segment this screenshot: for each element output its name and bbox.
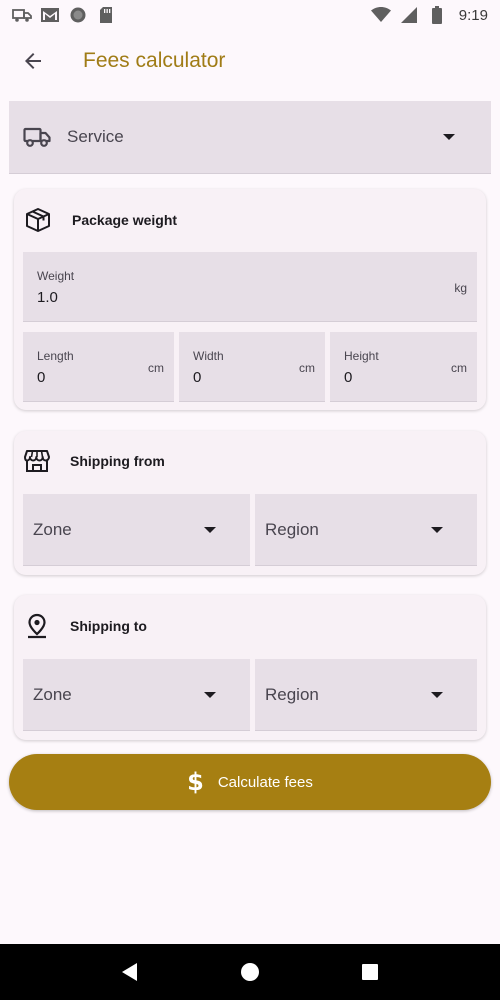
back-button[interactable] (9, 37, 57, 85)
sd-card-icon (96, 6, 116, 24)
card-title: Shipping to (70, 618, 147, 634)
height-field[interactable]: Height 0 cm (330, 332, 477, 402)
region-label: Region (265, 519, 319, 539)
width-field[interactable]: Width 0 cm (179, 332, 325, 402)
status-left-icons (12, 6, 116, 24)
width-label: Width (193, 349, 224, 363)
shipping-from-header: Shipping from (24, 449, 165, 473)
status-right-icons: 9:19 (370, 6, 488, 24)
height-label: Height (344, 349, 379, 363)
shipping-from-region-dropdown[interactable]: Region (255, 494, 477, 566)
chevron-down-icon (443, 134, 455, 140)
shipping-from-zone-dropdown[interactable]: Zone (23, 494, 250, 566)
gmail-icon (40, 6, 60, 24)
circle-home-icon (241, 963, 259, 981)
app-bar: Fees calculator (0, 30, 500, 92)
length-unit: cm (148, 361, 164, 375)
length-field[interactable]: Length 0 cm (23, 332, 174, 402)
card-title: Shipping from (70, 453, 165, 469)
weight-value: 1.0 (37, 289, 58, 306)
zone-label: Zone (33, 519, 72, 539)
square-recents-icon (362, 964, 378, 980)
chevron-down-icon (431, 691, 443, 698)
dollar-icon: $ (187, 768, 204, 796)
calculate-fees-button[interactable]: $ Calculate fees (9, 754, 491, 810)
width-value: 0 (193, 369, 202, 386)
arrow-back-icon (25, 53, 41, 69)
box-icon (26, 208, 50, 232)
length-label: Length (37, 349, 74, 363)
status-bar: 9:19 (0, 0, 500, 30)
length-value: 0 (37, 369, 46, 386)
nav-recents-button[interactable] (350, 952, 390, 992)
region-label: Region (265, 684, 319, 704)
signal-icon (399, 6, 419, 24)
store-icon (24, 450, 50, 472)
width-unit: cm (299, 361, 315, 375)
battery-icon (427, 6, 447, 24)
calculate-fees-label: Calculate fees (217, 773, 313, 791)
nav-home-button[interactable] (230, 952, 270, 992)
system-nav-bar (0, 944, 500, 1000)
chevron-down-icon (204, 526, 216, 533)
weight-label: Weight (37, 269, 75, 283)
service-label: Service (67, 127, 124, 146)
card-title: Package weight (72, 212, 178, 228)
shipping-to-card: Shipping to Zone Region (14, 595, 486, 740)
weight-field[interactable]: Weight 1.0 kg (23, 252, 477, 322)
shipping-to-region-dropdown[interactable]: Region (255, 659, 477, 731)
weight-unit: kg (454, 281, 467, 295)
zone-label: Zone (33, 684, 72, 704)
package-weight-header: Package weight (24, 207, 177, 233)
nav-back-button[interactable] (110, 952, 150, 992)
package-weight-card: Package weight Weight 1.0 kg Length 0 cm… (14, 189, 486, 410)
wifi-icon (370, 6, 391, 24)
page-title: Fees calculator (83, 49, 226, 72)
height-value: 0 (344, 369, 353, 386)
service-dropdown[interactable]: Service (9, 101, 491, 174)
status-time: 9:19 (458, 6, 488, 24)
chevron-down-icon (204, 691, 216, 698)
chevron-down-icon (431, 526, 443, 533)
location-pin-icon (28, 613, 46, 639)
truck-icon (12, 6, 32, 24)
shipping-to-zone-dropdown[interactable]: Zone (23, 659, 250, 731)
shipping-from-card: Shipping from Zone Region (14, 431, 486, 575)
shipping-to-header: Shipping to (24, 613, 147, 639)
circle-icon (68, 6, 88, 24)
triangle-back-icon (122, 963, 137, 981)
height-unit: cm (451, 361, 467, 375)
truck-icon (23, 127, 51, 147)
